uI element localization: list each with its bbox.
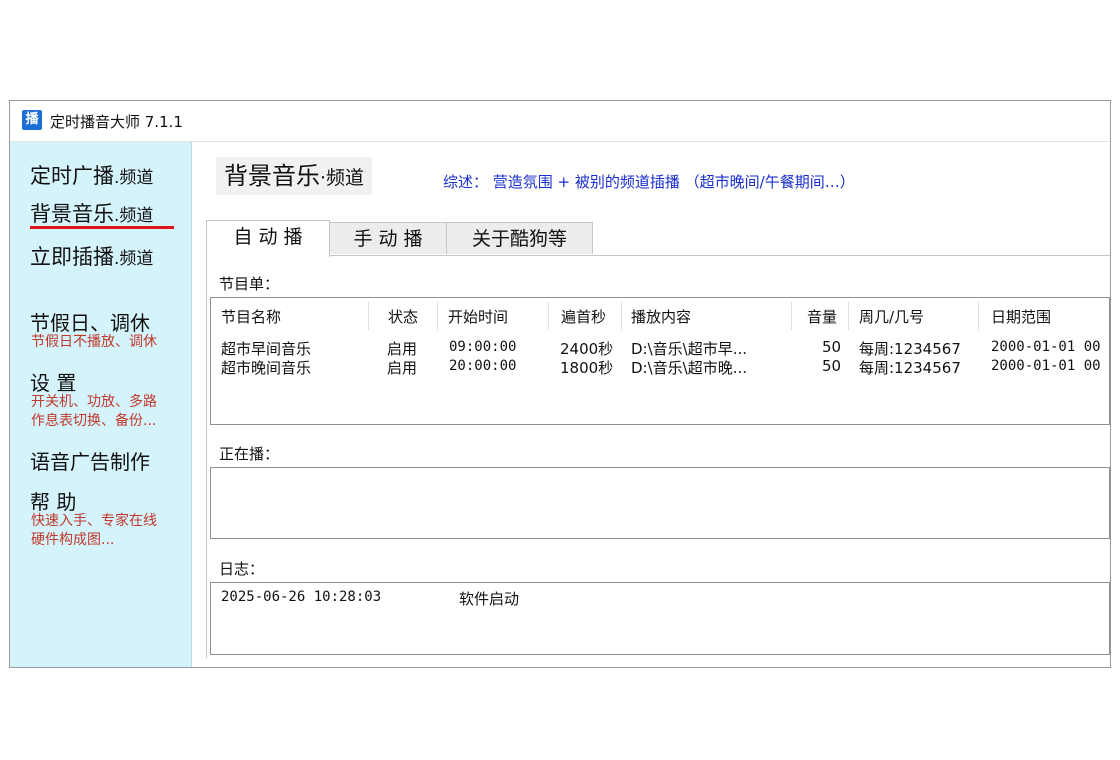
channel-summary: 综述： 营造氛围 + 被别的频道插播 （超市晚间/午餐期间…）	[443, 173, 855, 191]
col-name[interactable]: 节目名称	[221, 306, 281, 327]
col-days[interactable]: 周几/几号	[859, 306, 924, 327]
cell-name: 超市早间音乐	[221, 340, 312, 358]
nav-help-desc-2: 硬件构成图...	[31, 532, 115, 548]
cell-name: 超市晚间音乐	[221, 359, 312, 377]
now-playing-label: 正在播：	[219, 445, 280, 463]
col-content[interactable]: 播放内容	[631, 306, 691, 327]
now-playing-box[interactable]	[210, 467, 1110, 539]
cell-date-range: 2000-01-01 00	[991, 358, 1101, 374]
nav-suffix: .频道	[114, 249, 154, 269]
nav-holiday[interactable]: 节假日、调休	[30, 307, 150, 336]
log-message: 软件启动	[459, 590, 520, 608]
cell-content: D:\音乐\超市早...	[631, 340, 748, 358]
col-seconds[interactable]: 遍首秒	[561, 306, 606, 327]
col-separator[interactable]	[437, 302, 438, 330]
cell-seconds: 1800秒	[560, 359, 614, 377]
col-volume[interactable]: 音量	[807, 306, 837, 327]
nav-label: 背景音乐	[30, 202, 114, 226]
title-bar: 播 定时播音大师 7.1.1	[10, 101, 1110, 142]
cell-date-range: 2000-01-01 00	[991, 339, 1101, 355]
tab-auto-play[interactable]: 自 动 播	[206, 220, 330, 257]
cell-volume: 50	[822, 357, 842, 375]
tab-manual-play[interactable]: 手 动 播	[329, 222, 447, 254]
col-separator[interactable]	[621, 302, 622, 330]
log-box[interactable]: 2025-06-26 10:28:03 软件启动	[210, 582, 1110, 655]
auto-play-panel: 节目单： 节目名称 状态 开始时间 遍首秒 播放内容 音量 周几/几号 日期范围	[206, 255, 1110, 658]
nav-settings-desc-2: 作息表切换、备份...	[31, 413, 157, 429]
cell-days: 每周:1234567	[859, 340, 961, 358]
playlist-label: 节目单：	[219, 275, 280, 293]
nav-background-music[interactable]: 背景音乐.频道	[30, 198, 153, 228]
nav-help[interactable]: 帮 助	[30, 486, 76, 515]
cell-status: 启用	[387, 340, 418, 358]
nav-suffix: .频道	[114, 206, 154, 226]
col-start-time[interactable]: 开始时间	[448, 306, 508, 327]
nav-help-desc-1: 快速入手、专家在线	[31, 513, 157, 529]
nav-settings[interactable]: 设 置	[30, 367, 76, 396]
sidebar: 定时广播.频道 背景音乐.频道 立即插播.频道 节假日、调休 节假日不播放、调休…	[10, 142, 192, 667]
page-title-main: 背景音乐	[224, 162, 320, 190]
log-label: 日志：	[219, 560, 265, 578]
cell-days: 每周:1234567	[859, 359, 961, 377]
cell-volume: 50	[822, 338, 842, 356]
col-date-range[interactable]: 日期范围	[991, 306, 1051, 327]
col-separator[interactable]	[368, 302, 369, 330]
nav-instant-insert[interactable]: 立即插播.频道	[30, 241, 153, 271]
app-window: 播 定时播音大师 7.1.1 定时广播.频道 背景音乐.频道 立即插播.频道 节…	[9, 100, 1111, 668]
tab-about-kugou[interactable]: 关于酷狗等	[446, 222, 593, 254]
cell-start-time: 09:00:00	[449, 339, 517, 355]
page-title-suffix: ·频道	[320, 167, 365, 189]
cell-status: 启用	[387, 359, 418, 377]
nav-scheduled-broadcast[interactable]: 定时广播.频道	[30, 160, 153, 190]
cell-seconds: 2400秒	[560, 340, 614, 358]
app-icon: 播	[22, 110, 42, 130]
cell-content: D:\音乐\超市晚...	[631, 359, 748, 377]
col-status[interactable]: 状态	[388, 306, 418, 327]
nav-holiday-desc: 节假日不播放、调休	[31, 334, 157, 350]
log-time: 2025-06-26 10:28:03	[221, 589, 382, 605]
col-separator[interactable]	[791, 302, 792, 330]
window-title: 定时播音大师 7.1.1	[50, 113, 183, 131]
col-separator[interactable]	[848, 302, 849, 330]
nav-voice-ad[interactable]: 语音广告制作	[30, 446, 150, 475]
nav-settings-desc-1: 开关机、功放、多路	[31, 394, 157, 410]
nav-suffix: .频道	[114, 168, 154, 188]
col-separator[interactable]	[548, 302, 549, 330]
page-title: 背景音乐·频道	[216, 157, 373, 195]
playlist-table[interactable]: 节目名称 状态 开始时间 遍首秒 播放内容 音量 周几/几号 日期范围 超市早间…	[210, 297, 1110, 425]
active-nav-indicator	[30, 226, 174, 229]
nav-label: 定时广播	[30, 164, 114, 188]
nav-label: 立即插播	[30, 245, 114, 269]
col-separator[interactable]	[978, 302, 979, 330]
cell-start-time: 20:00:00	[449, 358, 517, 374]
